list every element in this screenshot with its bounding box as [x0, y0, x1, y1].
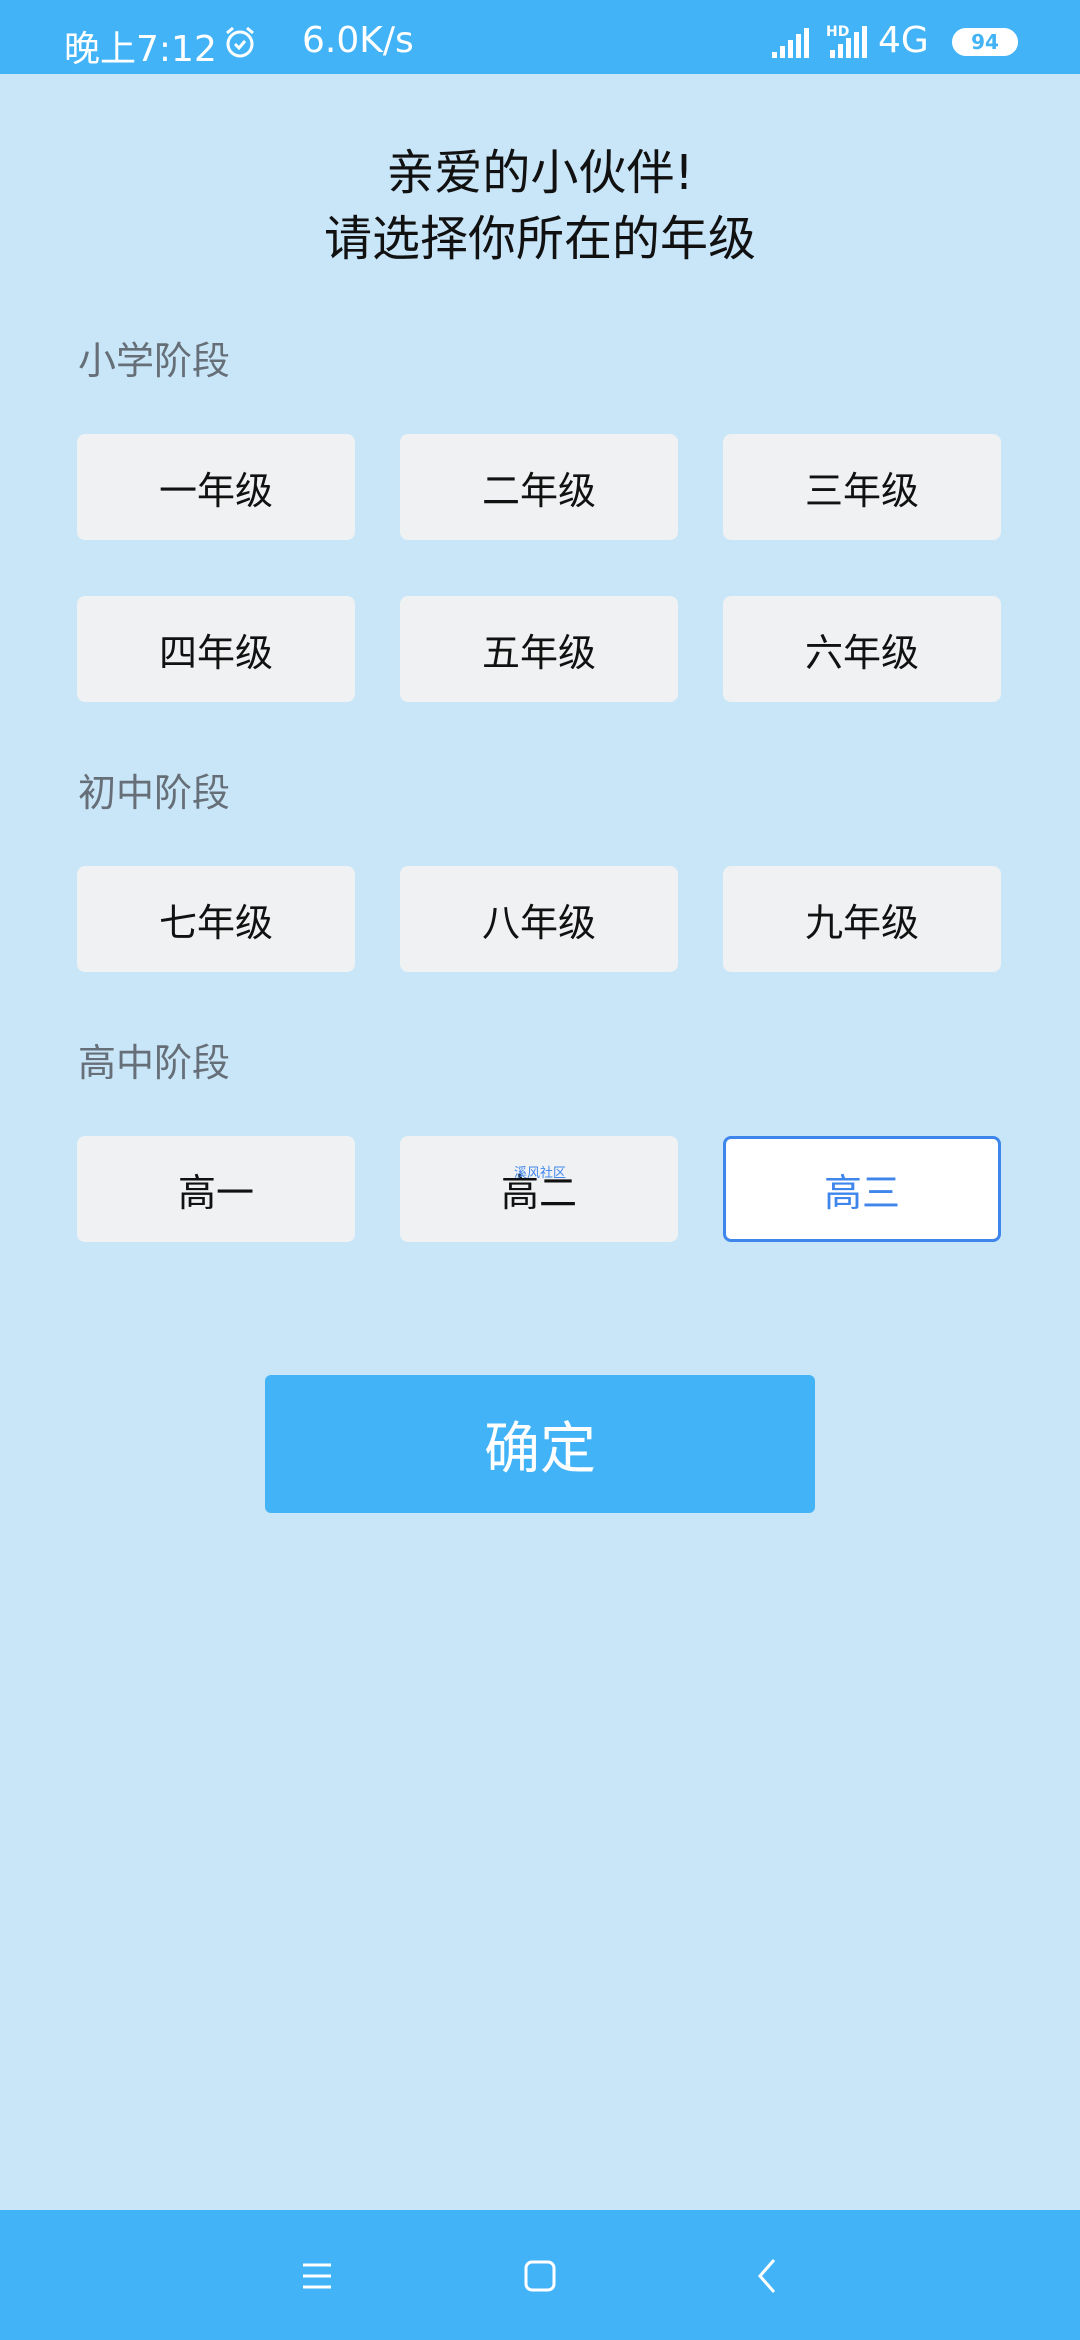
grade-button-8[interactable]: 八年级 — [400, 866, 678, 972]
status-time: 晚上7:12 — [64, 29, 217, 70]
grade-button-4[interactable]: 四年级 — [77, 596, 355, 702]
confirm-button[interactable]: 确定 — [265, 1375, 815, 1513]
grade-button-high-1[interactable]: 高一 — [77, 1136, 355, 1242]
battery-indicator: 94 — [952, 28, 1018, 56]
grade-button-1[interactable]: 一年级 — [77, 434, 355, 540]
heading-line-2: 请选择你所在的年级 — [323, 211, 756, 267]
grade-button-high-2[interactable]: 高二 — [400, 1136, 678, 1242]
heading-line-1: 亲爱的小伙伴! — [386, 145, 694, 201]
network-speed: 6.0K/s — [302, 20, 414, 61]
signal-strength-icon — [772, 28, 809, 58]
grade-button-high-3-selected[interactable]: 高三 — [723, 1136, 1001, 1242]
page-heading: 亲爱的小伙伴! 请选择你所在的年级 — [0, 140, 1080, 272]
grade-button-5[interactable]: 五年级 — [400, 596, 678, 702]
navigation-bar — [0, 2210, 1080, 2340]
network-type: 4G — [878, 20, 929, 61]
grade-button-2[interactable]: 二年级 — [400, 434, 678, 540]
watermark-text: 溪风社区 — [514, 1166, 567, 1181]
section-label-primary: 小学阶段 — [78, 339, 231, 383]
grade-button-6[interactable]: 六年级 — [723, 596, 1001, 702]
section-label-high: 高中阶段 — [78, 1041, 231, 1085]
signal-strength-hd-icon — [830, 26, 867, 58]
grade-button-3[interactable]: 三年级 — [723, 434, 1001, 540]
menu-icon[interactable] — [297, 2256, 337, 2296]
status-bar: 晚上7:12 6.0K/s HD 4G 94 — [0, 0, 1080, 74]
grade-button-7[interactable]: 七年级 — [77, 866, 355, 972]
section-label-middle: 初中阶段 — [78, 771, 231, 815]
grade-button-9[interactable]: 九年级 — [723, 866, 1001, 972]
alarm-clock-icon — [226, 26, 254, 58]
back-icon[interactable] — [748, 2256, 788, 2296]
home-icon[interactable] — [520, 2256, 560, 2296]
